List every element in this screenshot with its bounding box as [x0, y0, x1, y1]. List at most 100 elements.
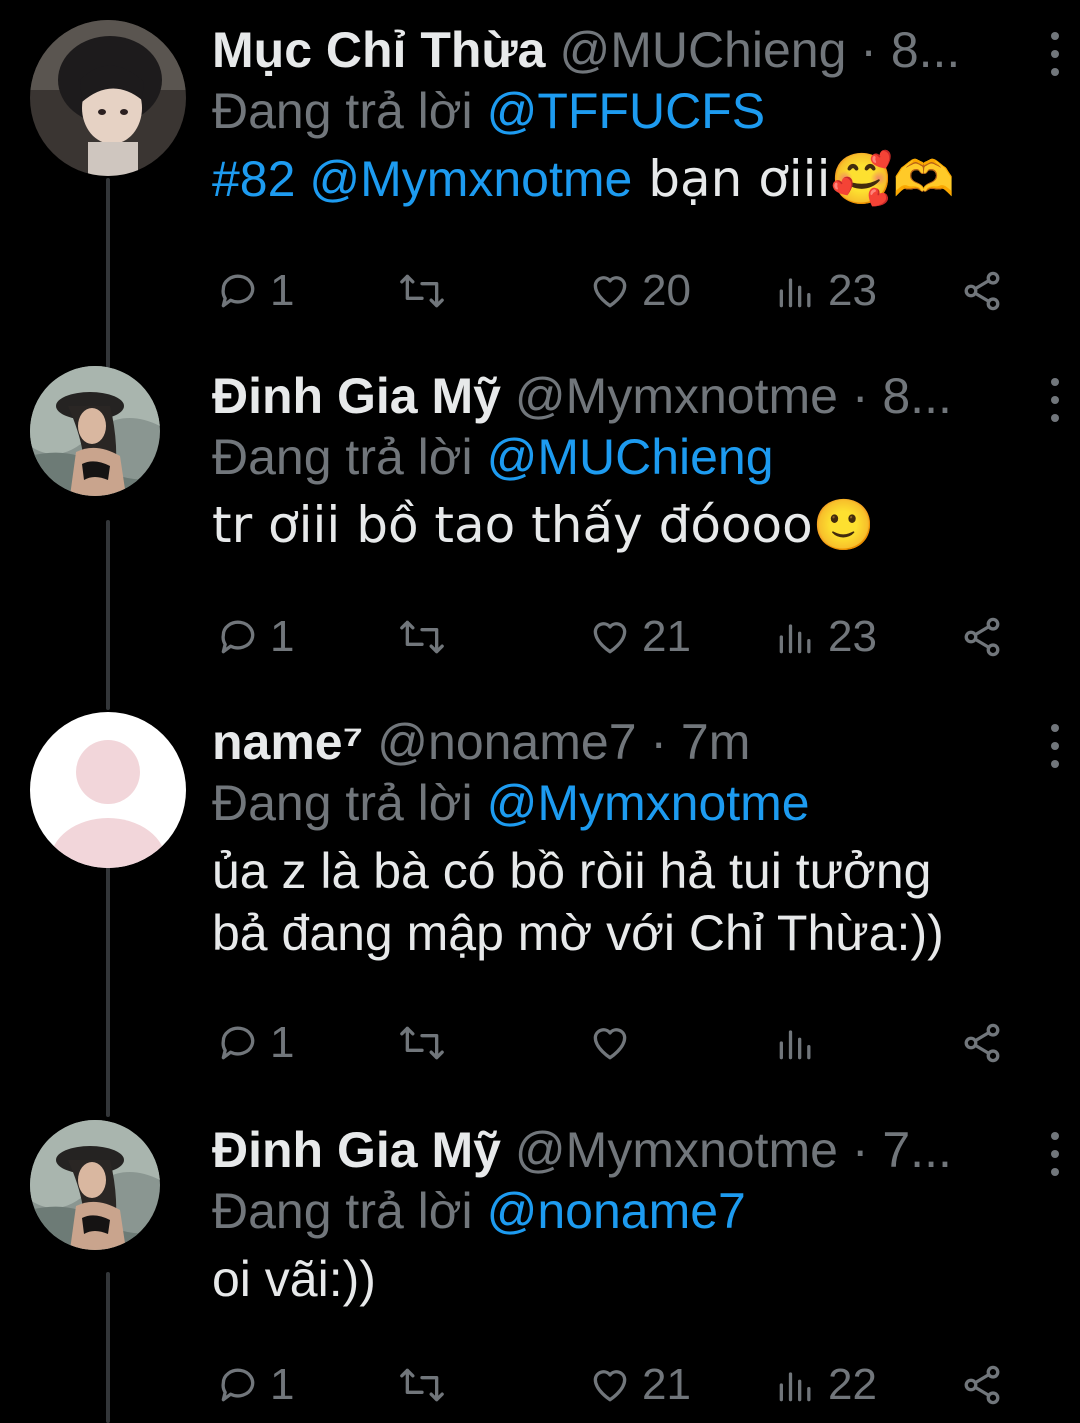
views-icon	[779, 1030, 811, 1060]
avatar[interactable]	[30, 712, 186, 868]
display-name[interactable]: Đinh Gia Mỹ	[212, 1120, 501, 1180]
views-button[interactable]: 23	[774, 266, 877, 316]
replying-to: Đang trả lời @MUChieng	[212, 426, 1020, 488]
handle-time[interactable]: @Mymxnotme · 8...	[515, 366, 952, 426]
avatar[interactable]	[30, 366, 160, 496]
thread-line	[106, 1272, 110, 1423]
views-count: 23	[828, 612, 877, 661]
like-button[interactable]: 21	[588, 612, 691, 662]
heart-icon	[593, 622, 627, 654]
tweet-text-line: ủa z là bà có bồ ròii hả tui tưởng	[212, 843, 932, 899]
views-icon	[779, 278, 811, 308]
retweet-button[interactable]	[398, 612, 456, 662]
tweet-header: Đinh Gia Mỹ @Mymxnotme · 7...	[212, 1120, 1020, 1180]
share-button[interactable]	[960, 612, 1004, 662]
views-count: 23	[828, 266, 877, 315]
reply-count: 1	[270, 266, 295, 315]
share-icon	[964, 617, 1000, 657]
more-options-icon[interactable]	[1045, 724, 1065, 768]
tweet-text-segment: bạn ơiii🥰🫶	[632, 150, 955, 208]
replying-to: Đang trả lời @noname7	[212, 1180, 1020, 1242]
replying-to-handle[interactable]: @TFFUCFS	[487, 83, 766, 139]
tweet-header: Mục Chỉ Thừa @MUChieng · 8...	[212, 20, 1020, 80]
display-name[interactable]: Đinh Gia Mỹ	[212, 366, 501, 426]
retweet-icon	[400, 1368, 444, 1402]
reply-icon	[221, 1026, 255, 1060]
avatar[interactable]	[30, 1120, 160, 1250]
retweet-icon	[400, 1026, 444, 1060]
like-button[interactable]	[588, 1018, 642, 1068]
retweet-button[interactable]	[398, 1018, 456, 1068]
tweet-text-segment: oi vãi:))	[212, 1251, 376, 1307]
more-options-icon[interactable]	[1045, 1132, 1065, 1176]
like-button[interactable]: 20	[588, 266, 691, 316]
replying-to-handle[interactable]: @MUChieng	[487, 429, 774, 485]
reply-icon	[221, 274, 255, 308]
reply-button[interactable]: 1	[216, 1018, 294, 1068]
reply-icon	[221, 1368, 255, 1402]
more-options-icon[interactable]	[1045, 378, 1065, 422]
views-icon	[779, 624, 811, 654]
replying-to: Đang trả lời @TFFUCFS	[212, 80, 1020, 142]
heart-icon	[593, 1028, 627, 1060]
reply-button[interactable]: 1	[216, 612, 294, 662]
action-bar: 1 21 22	[212, 1360, 1012, 1410]
handle-time[interactable]: @noname7 · 7m	[377, 712, 750, 772]
tweet-text: #82 @Mymxnotme bạn ơiii🥰🫶	[212, 148, 1020, 210]
views-button[interactable]	[774, 1018, 828, 1068]
tweet-text-segment: tr ơiii bồ tao thấy đóooo🙂	[212, 496, 875, 554]
tweet-text-line: bả đang mập mờ với Chỉ Thừa:))	[212, 905, 944, 961]
tweet-text: oi vãi:))	[212, 1248, 1020, 1310]
reply-count: 1	[270, 1360, 295, 1409]
views-count: 22	[828, 1360, 877, 1409]
action-bar: 1 20 23	[212, 266, 1012, 316]
retweet-button[interactable]	[398, 1360, 456, 1410]
replying-to: Đang trả lời @Mymxnotme	[212, 772, 1020, 834]
retweet-button[interactable]	[398, 266, 456, 316]
share-button[interactable]	[960, 266, 1004, 316]
action-bar: 1	[212, 1018, 1012, 1068]
avatar-photo	[30, 1120, 160, 1250]
display-name[interactable]: name⁷	[212, 712, 363, 772]
replying-to-label: Đang trả lời	[212, 429, 473, 485]
replying-to-label: Đang trả lời	[212, 775, 473, 831]
like-count: 20	[642, 266, 691, 315]
action-bar: 1 21 23	[212, 612, 1012, 662]
more-options-icon[interactable]	[1045, 32, 1065, 76]
replying-to-label: Đang trả lời	[212, 1183, 473, 1239]
views-icon	[779, 1372, 811, 1402]
avatar[interactable]	[30, 20, 186, 176]
handle-time[interactable]: @Mymxnotme · 7...	[515, 1120, 952, 1180]
avatar-photo	[30, 366, 160, 496]
replying-to-label: Đang trả lời	[212, 83, 473, 139]
heart-icon	[593, 1370, 627, 1402]
share-button[interactable]	[960, 1360, 1004, 1410]
views-button[interactable]: 22	[774, 1360, 877, 1410]
share-icon	[964, 1023, 1000, 1063]
tweet-text: ủa z là bà có bồ ròii hả tui tưởng bả đa…	[212, 840, 1020, 964]
reply-button[interactable]: 1	[216, 1360, 294, 1410]
tweet-header: name⁷ @noname7 · 7m	[212, 712, 1020, 772]
like-button[interactable]: 21	[588, 1360, 691, 1410]
mention-link[interactable]: #82 @Mymxnotme	[212, 151, 632, 207]
thread-line	[106, 178, 110, 368]
reply-button[interactable]: 1	[216, 266, 294, 316]
heart-icon	[593, 276, 627, 308]
reply-icon	[221, 620, 255, 654]
replying-to-handle[interactable]: @Mymxnotme	[487, 775, 810, 831]
display-name[interactable]: Mục Chỉ Thừa	[212, 20, 545, 80]
views-button[interactable]: 23	[774, 612, 877, 662]
reply-count: 1	[270, 612, 295, 661]
share-button[interactable]	[960, 1018, 1004, 1068]
retweet-icon	[400, 620, 444, 654]
tweet-text: tr ơiii bồ tao thấy đóooo🙂	[212, 494, 1020, 556]
thread-line	[106, 520, 110, 710]
share-icon	[964, 271, 1000, 311]
reply-count: 1	[270, 1018, 295, 1067]
retweet-icon	[400, 274, 444, 308]
share-icon	[964, 1365, 1000, 1405]
handle-time[interactable]: @MUChieng · 8...	[559, 20, 960, 80]
like-count: 21	[642, 612, 691, 661]
like-count: 21	[642, 1360, 691, 1409]
replying-to-handle[interactable]: @noname7	[487, 1183, 746, 1239]
